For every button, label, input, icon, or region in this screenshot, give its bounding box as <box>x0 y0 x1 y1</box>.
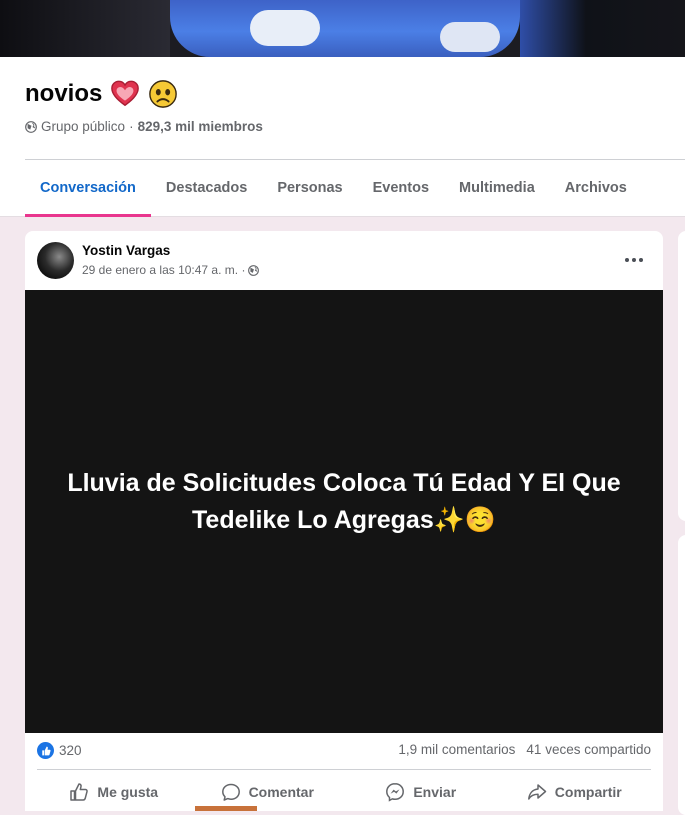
globe-icon <box>25 120 37 133</box>
worried-face-emoji-icon <box>149 80 178 108</box>
side-card <box>678 231 685 521</box>
meta-separator: · <box>129 119 134 134</box>
reactions-count: 320 <box>59 743 82 758</box>
comments-count[interactable]: 1,9 mil comentarios <box>398 742 515 757</box>
more-icon <box>625 258 629 262</box>
reactions-summary[interactable]: 320 <box>37 742 82 759</box>
post-timestamp-row: 29 de enero a las 10:47 a. m. · <box>82 263 260 277</box>
like-label: Me gusta <box>97 784 159 800</box>
tab-archivos[interactable]: Archivos <box>550 160 642 216</box>
post-card: Yostin Vargas 29 de enero a las 10:47 a.… <box>25 231 663 811</box>
send-button[interactable]: Enviar <box>344 770 498 810</box>
bottom-strip <box>195 806 257 811</box>
tab-multimedia[interactable]: Multimedia <box>444 160 550 216</box>
group-meta: Grupo público · 829,3 mil miembros <box>25 119 263 134</box>
like-button[interactable]: Me gusta <box>37 770 191 810</box>
more-options-button[interactable] <box>623 251 645 269</box>
comment-label: Comentar <box>248 784 314 800</box>
cover-photo <box>0 0 685 57</box>
tab-destacados[interactable]: Destacados <box>151 160 262 216</box>
group-name: novios <box>25 80 103 107</box>
share-label: Compartir <box>554 784 622 800</box>
share-button[interactable]: Compartir <box>498 770 652 810</box>
group-title: novios <box>25 79 178 109</box>
group-privacy: Grupo público <box>41 119 126 134</box>
shares-count[interactable]: 41 veces compartido <box>526 742 651 757</box>
group-members-link[interactable]: 829,3 mil miembros <box>138 119 263 134</box>
globe-icon <box>248 264 260 276</box>
post-text: Lluvia de Solicitudes Coloca Tú Edad Y E… <box>67 468 621 534</box>
engagement-counts: 1,9 mil comentarios 41 veces compartido <box>398 742 651 757</box>
comment-icon <box>221 783 240 801</box>
tab-personas[interactable]: Personas <box>262 160 357 216</box>
like-badge-icon <box>37 742 54 759</box>
side-card <box>678 535 685 815</box>
post-timestamp[interactable]: 29 de enero a las 10:47 a. m. · <box>82 263 245 277</box>
tab-conversacion[interactable]: Conversación <box>25 160 151 217</box>
like-icon <box>70 783 89 801</box>
group-header: novios Grupo público · 829,3 mil miembro… <box>0 57 685 217</box>
tab-eventos[interactable]: Eventos <box>358 160 444 216</box>
comment-button[interactable]: Comentar <box>191 770 345 810</box>
messenger-icon <box>386 783 405 802</box>
send-label: Enviar <box>413 784 457 800</box>
share-icon <box>527 784 547 800</box>
post-actions: Me gusta Comentar Enviar Compartir <box>37 769 651 810</box>
heart-emoji-icon <box>111 80 140 107</box>
author-avatar[interactable] <box>37 242 74 279</box>
post-author[interactable]: Yostin Vargas <box>82 243 170 258</box>
group-tabs: Conversación Destacados Personas Eventos… <box>25 160 642 217</box>
post-media[interactable]: Lluvia de Solicitudes Coloca Tú Edad Y E… <box>25 290 663 733</box>
post-stats: 320 1,9 mil comentarios 41 veces compart… <box>25 733 663 767</box>
